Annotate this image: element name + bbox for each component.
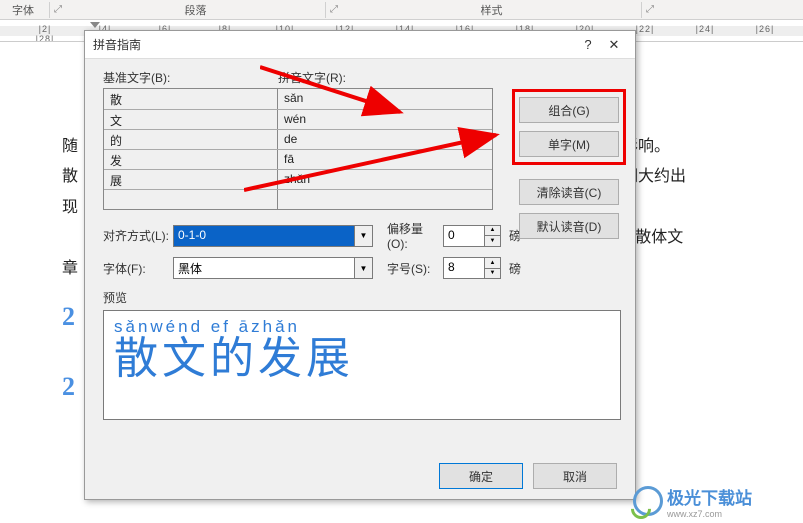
offset-value[interactable]: 0 [443, 225, 485, 247]
pinyin-guide-dialog: 拼音指南 ? ✕ 基准文字(B): 拼音文字(R): 散sǎn文wén的de发f… [84, 30, 636, 500]
dialog-titlebar[interactable]: 拼音指南 ? ✕ [85, 31, 635, 59]
watermark-logo-icon [633, 486, 663, 516]
close-button[interactable]: ✕ [601, 37, 627, 53]
ribbon-styles-label: 样式 [481, 5, 503, 17]
spin-up-icon[interactable]: ▲ [485, 225, 501, 236]
grid-row[interactable]: 的de [104, 129, 492, 149]
doc-line: 现 [62, 199, 78, 216]
watermark-name: 极光下载站 [667, 484, 752, 509]
grid-row[interactable]: 散sǎn [104, 89, 492, 109]
ribbon-paragraph-label: 段落 [185, 5, 207, 17]
ruby-cell[interactable]: de [278, 130, 492, 149]
size-value[interactable]: 8 [443, 257, 485, 279]
align-value[interactable]: 0-1-0 [173, 225, 355, 247]
spin-up-icon[interactable]: ▲ [485, 257, 501, 268]
watermark: 极光下载站 www.xz7.com [633, 481, 803, 521]
ribbon-paragraph-group: 段落 [66, 2, 326, 18]
size-label: 字号(S): [373, 260, 443, 277]
font-launcher-icon[interactable]: ⤢ [50, 4, 66, 15]
ribbon-strip: 字体 ⤢ 段落 ⤢ 样式 ⤢ [0, 0, 803, 20]
align-label: 对齐方式(L): [103, 227, 173, 244]
spin-down-icon[interactable]: ▼ [485, 268, 501, 280]
chevron-down-icon[interactable]: ▼ [355, 257, 373, 279]
preview-hanzi: 散文的发展 [114, 337, 354, 381]
offset-spinner[interactable]: 0 ▲▼ [443, 225, 503, 247]
doc-line: 章 [62, 260, 78, 277]
spin-down-icon[interactable]: ▼ [485, 235, 501, 247]
size-spinner[interactable]: 8 ▲▼ [443, 257, 503, 279]
ruby-cell[interactable]: wén [278, 110, 492, 129]
base-text-header: 基准文字(B): [103, 69, 278, 86]
ribbon-font-label: 字体 [12, 5, 34, 17]
side-button-panel: 组合(G) 单字(M) 清除读音(C) 默认读音(D) [519, 97, 619, 239]
ruby-cell[interactable]: sǎn [278, 89, 492, 109]
font-label: 字体(F): [103, 260, 173, 277]
offset-label: 偏移量(O): [373, 220, 443, 251]
ruby-cell[interactable]: zhǎn [278, 170, 492, 189]
help-button[interactable]: ? [575, 37, 601, 52]
font-combo[interactable]: 黑体 ▼ [173, 257, 373, 279]
paragraph-launcher-icon[interactable]: ⤢ [326, 4, 342, 15]
ribbon-font-group: 字体 [0, 2, 50, 18]
watermark-url: www.xz7.com [667, 509, 752, 519]
ruby-text-header: 拼音文字(R): [278, 69, 617, 86]
font-value[interactable]: 黑体 [173, 257, 355, 279]
base-cell[interactable] [104, 190, 278, 209]
grid-row[interactable]: 展zhǎn [104, 169, 492, 189]
dialog-title: 拼音指南 [93, 36, 575, 53]
preview-box: sǎnwénd ef āzhǎn 散文的发展 [103, 310, 621, 420]
group-button[interactable]: 组合(G) [519, 97, 619, 123]
base-cell[interactable]: 散 [104, 89, 278, 109]
mono-button[interactable]: 单字(M) [519, 131, 619, 157]
cancel-button[interactable]: 取消 [533, 463, 617, 489]
doc-line: 散 [62, 168, 78, 185]
styles-launcher-icon[interactable]: ⤢ [642, 4, 658, 15]
size-unit: 磅 [503, 260, 533, 277]
align-combo[interactable]: 0-1-0 ▼ [173, 225, 373, 247]
base-cell[interactable]: 发 [104, 150, 278, 169]
base-cell[interactable]: 展 [104, 170, 278, 189]
clear-reading-button[interactable]: 清除读音(C) [519, 179, 619, 205]
ok-button[interactable]: 确定 [439, 463, 523, 489]
indent-marker-top-icon[interactable] [90, 22, 100, 28]
ruby-cell[interactable] [278, 190, 492, 209]
base-cell[interactable]: 的 [104, 130, 278, 149]
character-grid: 散sǎn文wén的de发fā展zhǎn [103, 88, 493, 210]
grid-row-empty[interactable] [104, 189, 492, 209]
grid-row[interactable]: 文wén [104, 109, 492, 129]
preview-label: 预览 [103, 289, 617, 306]
default-reading-button[interactable]: 默认读音(D) [519, 213, 619, 239]
grid-row[interactable]: 发fā [104, 149, 492, 169]
chevron-down-icon[interactable]: ▼ [355, 225, 373, 247]
ribbon-styles-group: 样式 [342, 2, 642, 18]
doc-line: 随 [62, 138, 78, 155]
base-cell[interactable]: 文 [104, 110, 278, 129]
ruby-cell[interactable]: fā [278, 150, 492, 169]
